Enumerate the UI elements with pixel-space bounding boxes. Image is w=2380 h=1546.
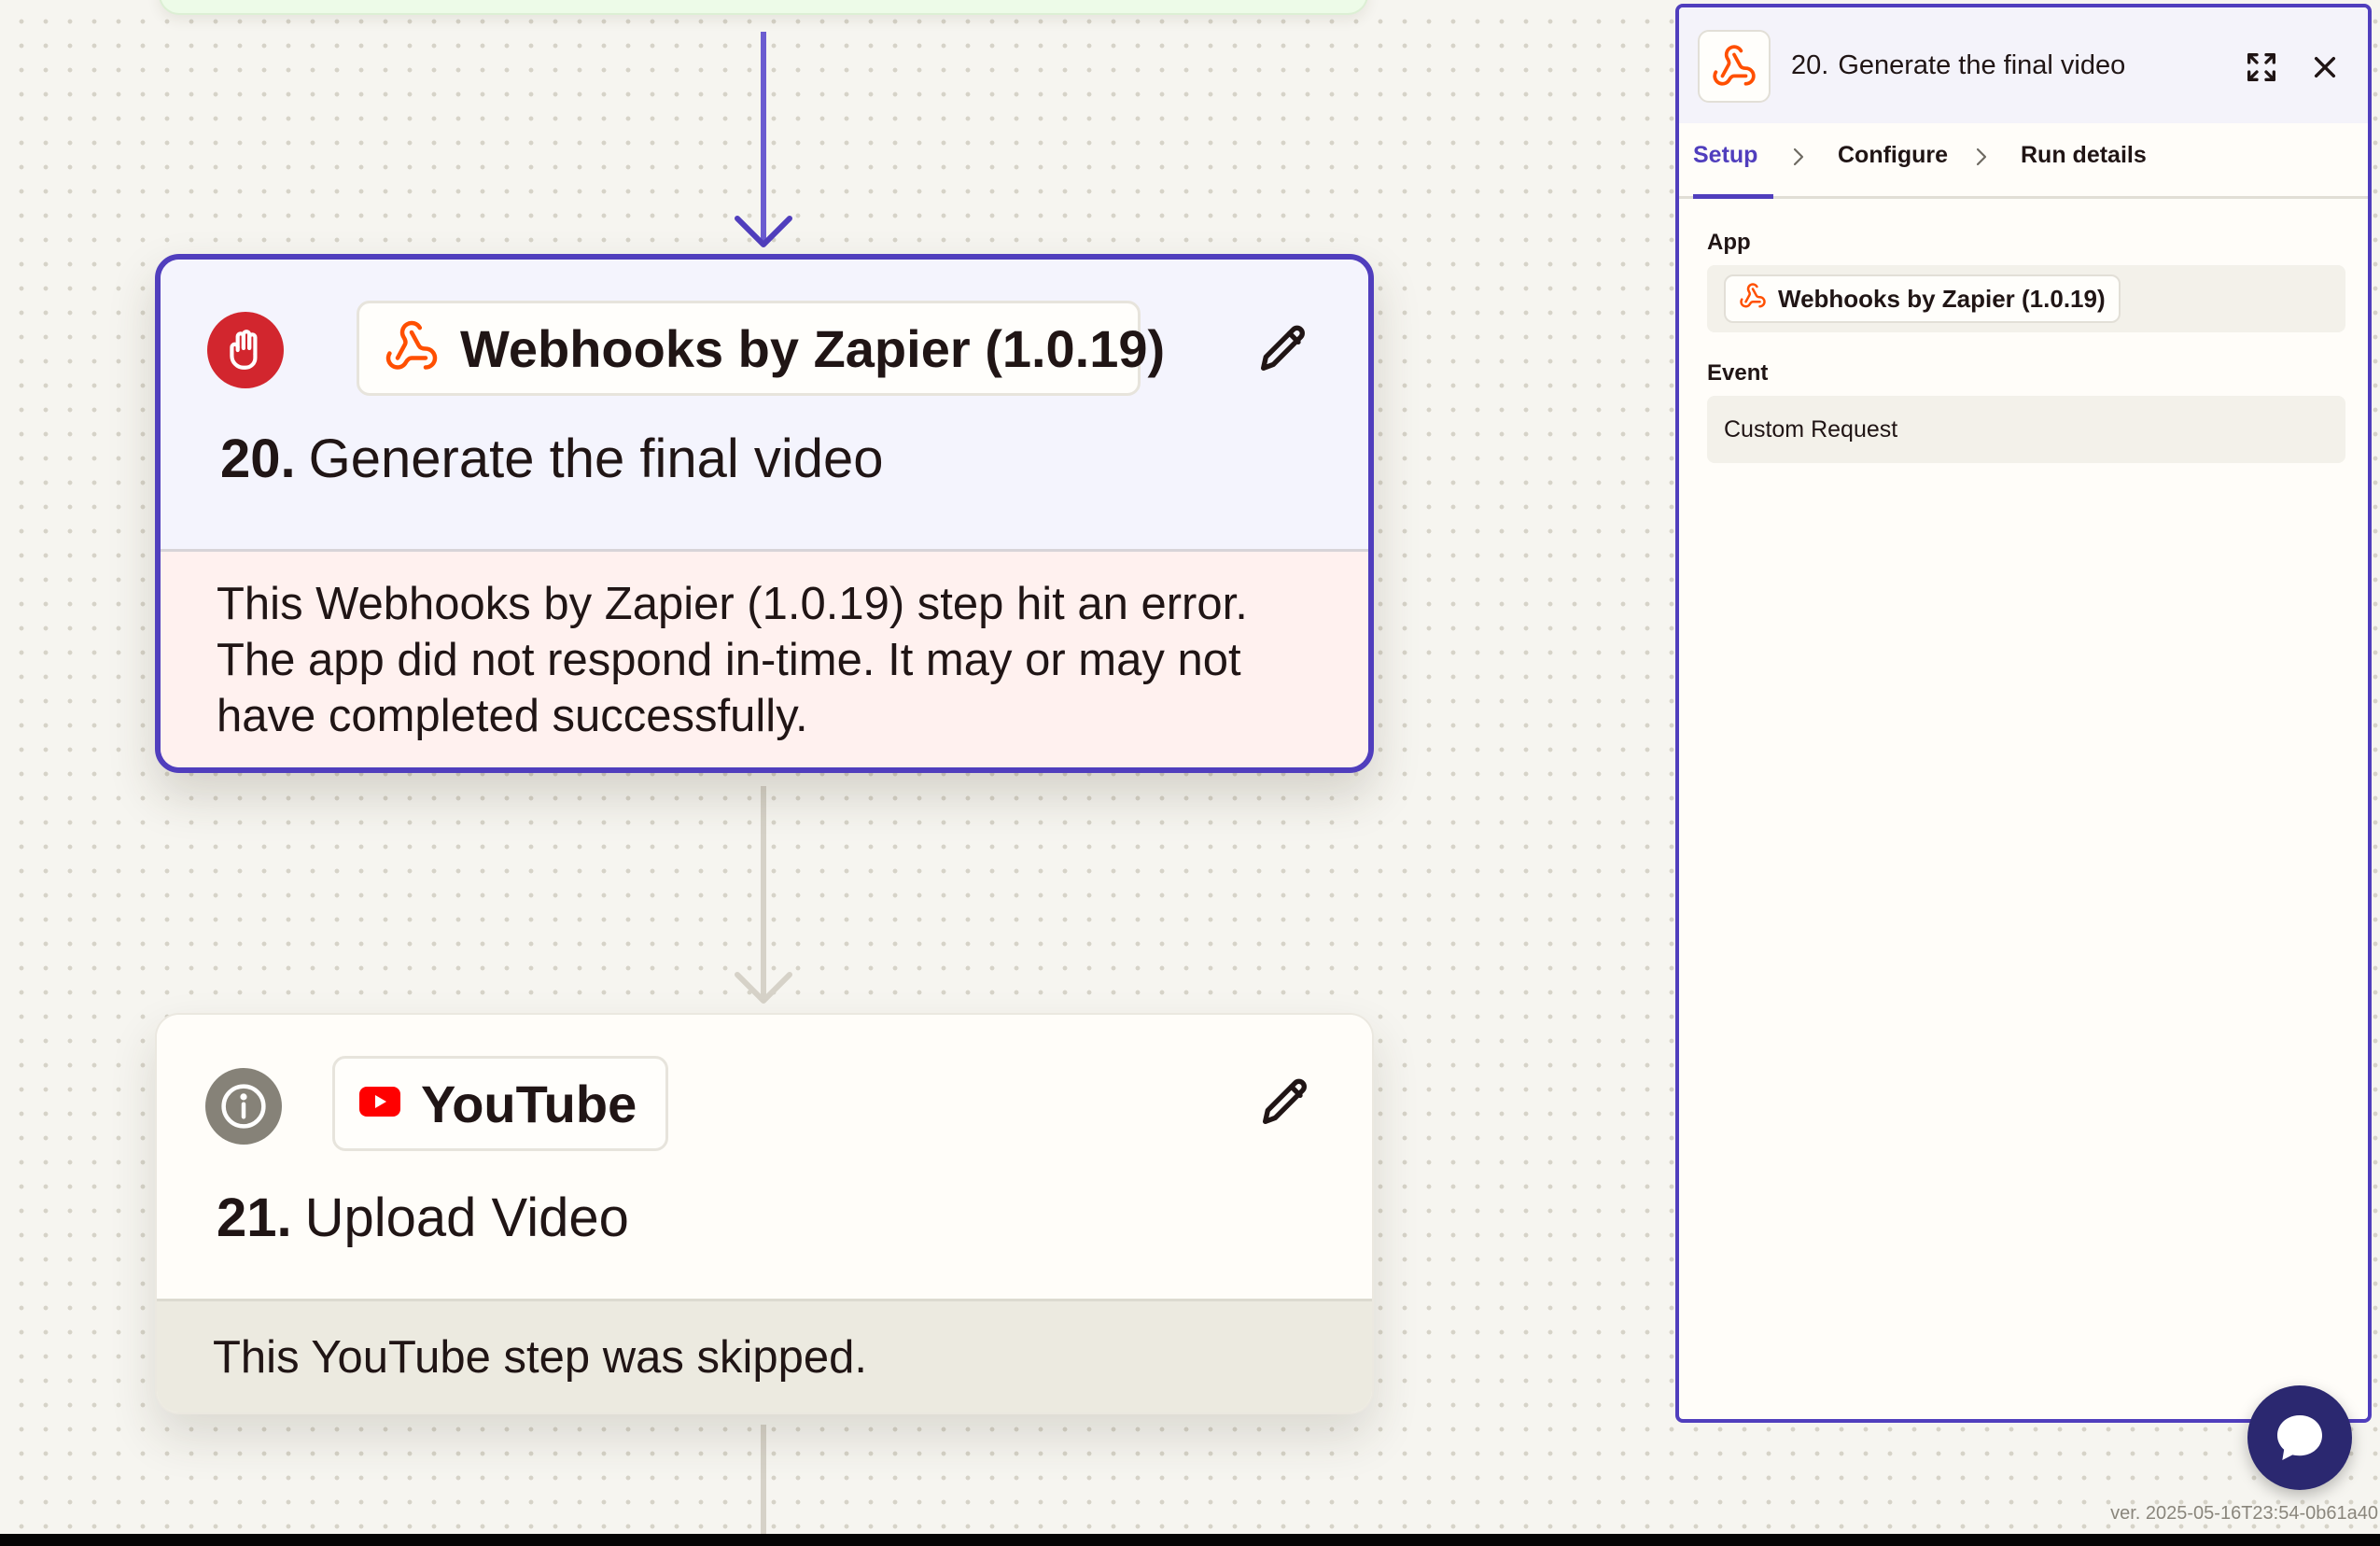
webhook-icon [384,318,440,379]
step-card-header: Webhooks by Zapier (1.0.19) 20. Generate … [161,260,1368,552]
event-field-value: Custom Request [1724,416,1898,443]
expand-icon [2247,53,2275,82]
panel-step-name: Generate the final video [1838,50,2126,80]
step-card-20[interactable]: Webhooks by Zapier (1.0.19) 20. Generate … [155,254,1374,773]
version-label: ver. 2025-05-16T23:54-0b61a40 [2110,1503,2378,1524]
step-details-panel: 20. Generate the final video Setup Config… [1675,4,2372,1423]
panel-title: 20. Generate the final video [1791,50,2125,81]
step-skipped-message: This YouTube step was skipped. [157,1301,1372,1412]
app-name: YouTube [421,1074,637,1133]
event-field[interactable]: Custom Request [1707,396,2345,463]
chevron-right-icon [1793,148,1804,166]
chat-support-button[interactable] [2247,1385,2352,1490]
active-tab-indicator [1693,194,1773,199]
webhook-icon [1698,30,1771,103]
step-number: 21. [217,1188,292,1248]
app-field-label: App [1707,230,1751,255]
step-card-21[interactable]: YouTube 21. Upload Video This YouTube ste… [155,1013,1374,1414]
step-title: 20. Generate the final video [220,428,884,490]
app-pill[interactable]: YouTube [332,1056,668,1151]
app-pill[interactable]: Webhooks by Zapier (1.0.19) [357,301,1165,396]
connector-line [761,1425,766,1537]
tab-run-details[interactable]: Run details [2021,142,2147,169]
previous-step-card[interactable] [159,0,1368,15]
chevron-right-icon [1976,148,1987,166]
panel-header: 20. Generate the final video [1679,7,2368,123]
tab-setup[interactable]: Setup [1693,142,1757,169]
step-name: Upload Video [304,1188,629,1248]
pencil-icon [1263,1078,1307,1124]
step-error-message: This Webhooks by Zapier (1.0.19) step hi… [161,552,1368,767]
pencil-icon [1261,325,1305,371]
connector-arrow-active [735,32,792,247]
app-field-pill: Webhooks by Zapier (1.0.19) [1724,274,2121,323]
app-field[interactable]: Webhooks by Zapier (1.0.19) [1707,265,2345,332]
event-field-label: Event [1707,360,1769,386]
close-icon [2314,56,2336,78]
panel-step-number: 20. [1791,50,1829,80]
edit-step-button[interactable] [1253,1069,1318,1134]
webhook-icon [1739,282,1767,316]
error-hand-icon [207,312,284,388]
close-panel-button[interactable] [2303,45,2347,90]
edit-step-button[interactable] [1251,316,1316,381]
info-icon [205,1068,282,1145]
step-number: 20. [220,429,296,489]
step-card-header: YouTube 21. Upload Video [157,1015,1372,1301]
youtube-icon [359,1086,400,1121]
step-title: 21. Upload Video [217,1187,629,1249]
chat-bubble-icon [2277,1415,2322,1460]
app-field-value: Webhooks by Zapier (1.0.19) [1778,284,2106,313]
expand-panel-button[interactable] [2239,45,2284,90]
tab-configure[interactable]: Configure [1838,142,1948,169]
connector-arrow [735,786,792,1004]
app-name: Webhooks by Zapier (1.0.19) [460,318,1166,378]
panel-tabs: Setup Configure Run details [1679,123,2368,199]
bottom-bar [0,1534,2380,1546]
step-name: Generate the final video [308,429,884,489]
